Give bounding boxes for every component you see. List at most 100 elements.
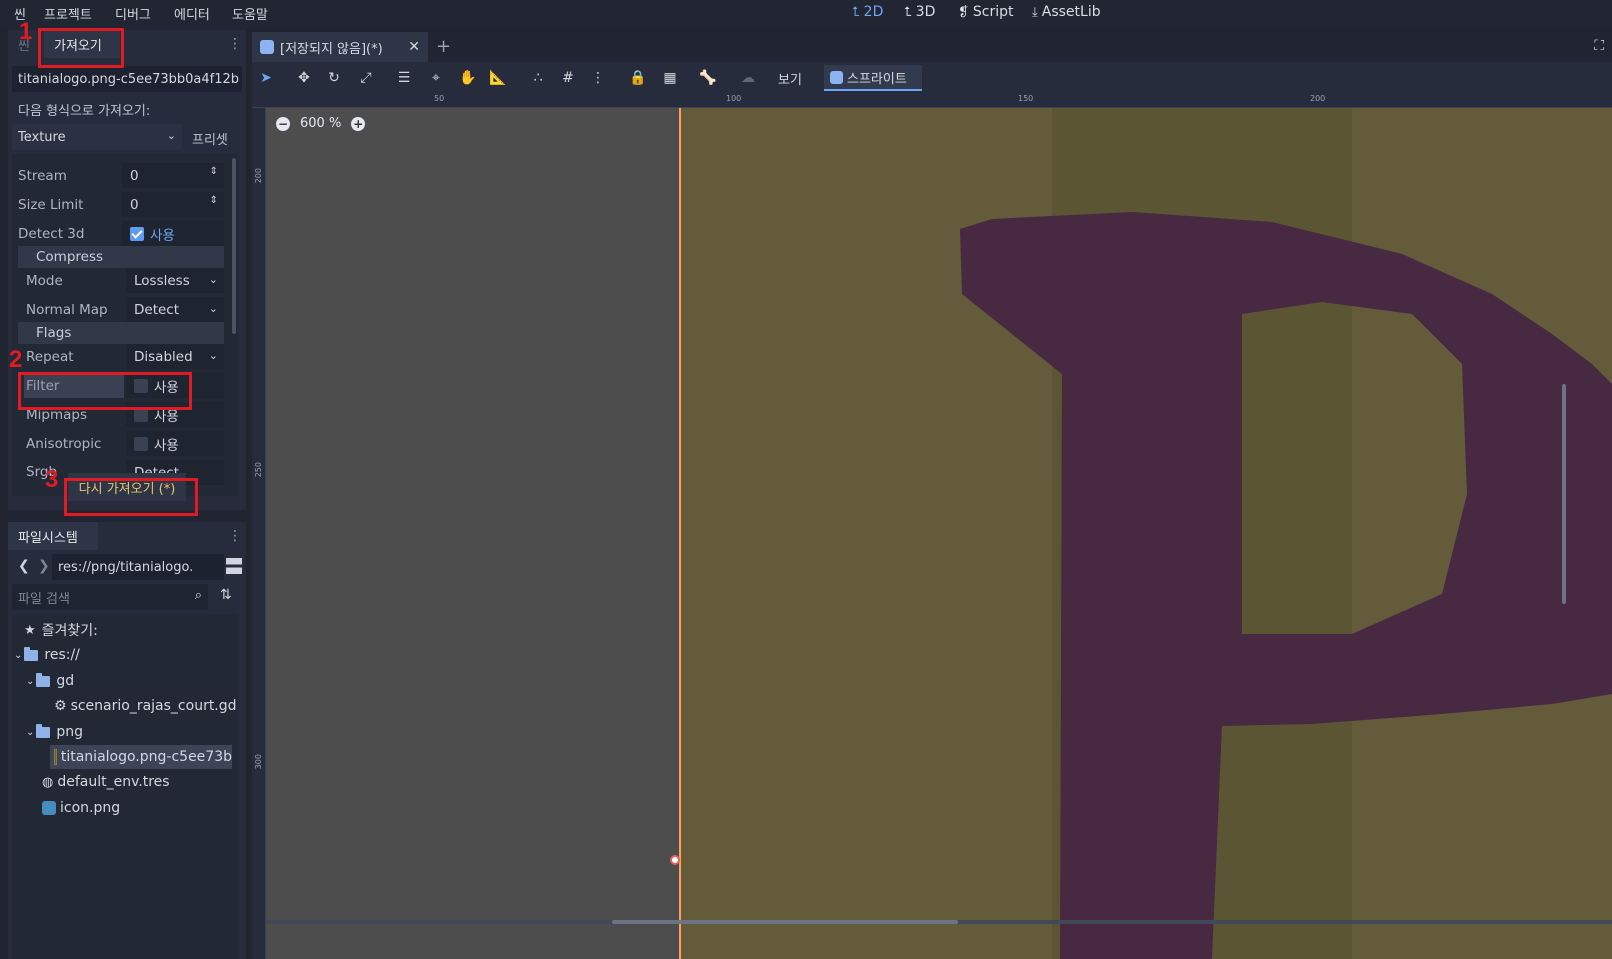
more-options-icon[interactable]: ⋮ bbox=[588, 68, 608, 88]
path-field[interactable]: res://png/titanialogo. bbox=[52, 554, 224, 580]
group-icon[interactable]: ▦ bbox=[660, 68, 680, 88]
assetlib-icon: ⤓ bbox=[1032, 4, 1038, 20]
pivot-tool-icon[interactable]: ⌖ bbox=[426, 68, 446, 88]
annotation-number-1: 1 bbox=[19, 18, 33, 45]
mode-assetlib-label: AssetLib bbox=[1041, 4, 1101, 20]
ruler-h-label: 100 bbox=[726, 94, 742, 103]
dock-menu-icon[interactable]: ⋮ bbox=[228, 36, 242, 52]
tree-gd-file[interactable]: ⚙ scenario_rajas_court.gd bbox=[54, 694, 237, 718]
sprite-canvas bbox=[266, 108, 1612, 959]
prop-detect3d-checkbox[interactable]: 사용 bbox=[122, 221, 224, 246]
zoom-in-icon[interactable]: + bbox=[351, 116, 366, 131]
tree-gd-folder[interactable]: ⌄ gd bbox=[26, 669, 74, 693]
checkbox-checked-icon bbox=[130, 226, 144, 241]
tree-png-folder[interactable]: ⌄ png bbox=[26, 720, 83, 744]
zoom-level[interactable]: 600 % bbox=[300, 116, 341, 131]
folder-icon bbox=[36, 672, 51, 687]
gear-icon: ⚙ bbox=[54, 698, 67, 714]
h-scrollbar-thumb bbox=[612, 920, 958, 924]
annotation-number-2: 2 bbox=[9, 346, 23, 373]
mode-2d-button[interactable]: ⮤ 2D bbox=[852, 4, 883, 20]
chevron-down-icon: ⌄ bbox=[26, 675, 35, 687]
scene-tab[interactable]: [저장되지 않음](*) ✕ bbox=[252, 32, 428, 62]
spin-arrows-icon[interactable]: ⇕ bbox=[210, 166, 218, 177]
bone-icon[interactable]: 🦴 bbox=[698, 68, 718, 88]
sprite-menu[interactable]: 스프라이트 bbox=[824, 65, 922, 91]
ruler-v-label: 250 bbox=[254, 462, 263, 478]
prop-stream-value: 0 bbox=[130, 167, 139, 184]
prop-anisotropic-label: Anisotropic bbox=[26, 436, 102, 452]
snap-icon[interactable]: ∴ bbox=[528, 68, 548, 88]
prop-repeat-value: Disabled bbox=[134, 348, 193, 365]
file-tree: ★ 즐겨찾기: ⌄ res:// ⌄ gd ⚙ scenario_rajas_c… bbox=[12, 614, 238, 959]
preset-button[interactable]: 프리셋 bbox=[192, 129, 228, 148]
tree-res-root[interactable]: ⌄ res:// bbox=[14, 643, 80, 667]
prop-anisotropic-checkbox[interactable]: 사용 bbox=[126, 431, 224, 456]
import-dock: 씬 가져오기 ⋮ titanialogo.png-c5ee73bb0a4f12b… bbox=[8, 30, 246, 510]
mode-3d-label: 3D bbox=[915, 4, 936, 20]
view-menu[interactable]: 보기 bbox=[778, 69, 802, 88]
mode-script-label: Script bbox=[972, 4, 1014, 20]
menu-help[interactable]: 도움말 bbox=[232, 4, 268, 23]
back-arrow-icon[interactable]: ❮ bbox=[18, 558, 30, 574]
tree-env-file-label: default_env.tres bbox=[57, 774, 170, 790]
import-type-select[interactable]: Texture ⌄ bbox=[12, 124, 182, 150]
grid-snap-icon[interactable]: # bbox=[558, 68, 578, 88]
canvas-viewport[interactable]: 50 100 150 200 200 250 300 − 600 % + bbox=[252, 94, 1612, 959]
section-compress[interactable]: Compress bbox=[18, 246, 224, 268]
tree-png-file-label: titanialogo.png-c5ee73b bbox=[60, 749, 232, 765]
move-tool-icon[interactable]: ✥ bbox=[294, 68, 314, 88]
select-tool-icon[interactable]: ➤ bbox=[256, 68, 276, 88]
file-search-input[interactable]: 파일 검색 ⌕ bbox=[12, 584, 208, 610]
properties-scrollbar[interactable] bbox=[232, 158, 236, 334]
fullscreen-icon[interactable]: ⛶ bbox=[1594, 38, 1604, 54]
camera-icon[interactable]: ☁ bbox=[738, 68, 758, 88]
prop-size-limit-value: 0 bbox=[130, 196, 139, 213]
prop-detect3d-value: 사용 bbox=[150, 227, 175, 244]
v-scrollbar-thumb bbox=[1562, 384, 1566, 604]
search-icon: ⌕ bbox=[194, 588, 202, 603]
prop-normal-map-value: Detect bbox=[134, 301, 180, 318]
prop-stream-spinbox[interactable]: 0 ⇕ bbox=[122, 163, 224, 188]
zoom-out-icon[interactable]: − bbox=[276, 116, 290, 131]
spin-arrows-icon[interactable]: ⇕ bbox=[210, 195, 218, 206]
mode-script-button[interactable]: ❡ Script bbox=[958, 4, 1014, 20]
chevron-down-icon: ⌄ bbox=[208, 349, 218, 362]
mode-3d-button[interactable]: ⮤ 3D bbox=[904, 4, 935, 20]
add-tab-icon[interactable]: + bbox=[436, 36, 451, 57]
rotate-tool-icon[interactable]: ↻ bbox=[324, 68, 344, 88]
list-select-icon[interactable]: ☰ bbox=[394, 68, 414, 88]
menu-project[interactable]: 프로젝트 bbox=[44, 4, 92, 23]
chevron-down-icon: ⌄ bbox=[208, 273, 218, 286]
section-flags[interactable]: Flags bbox=[18, 322, 224, 344]
split-view-icon[interactable] bbox=[226, 558, 242, 574]
lock-icon[interactable]: 🔒 bbox=[628, 68, 648, 88]
tree-env-file[interactable]: ◍ default_env.tres bbox=[42, 770, 170, 794]
folder-icon bbox=[36, 723, 51, 738]
sort-icon[interactable]: ⇅ bbox=[220, 587, 232, 603]
tree-icon-file[interactable]: icon.png bbox=[42, 796, 120, 820]
scale-tool-icon[interactable]: ⤢ bbox=[356, 68, 376, 88]
mode-assetlib-button[interactable]: ⤓ AssetLib bbox=[1032, 4, 1101, 20]
menu-bar: 씬 프로젝트 디버그 에디터 도움말 ⮤ 2D ⮤ 3D ❡ Script ⤓ … bbox=[0, 0, 1612, 26]
prop-normal-map-select[interactable]: Detect ⌄ bbox=[126, 297, 224, 322]
prop-size-limit-spinbox[interactable]: 0 ⇕ bbox=[122, 192, 224, 217]
tab-filesystem[interactable]: 파일시스템 bbox=[8, 522, 98, 550]
2d-icon: ⮤ bbox=[852, 4, 860, 20]
ruler-tool-icon[interactable]: 📐 bbox=[488, 68, 508, 88]
tree-png-file-selected[interactable]: titanialogo.png-c5ee73b bbox=[50, 745, 232, 769]
tree-icon-file-label: icon.png bbox=[60, 800, 121, 816]
sprite-icon bbox=[830, 70, 843, 84]
godot-icon bbox=[42, 801, 56, 815]
prop-repeat-select[interactable]: Disabled ⌄ bbox=[126, 344, 224, 369]
pan-tool-icon[interactable]: ✋ bbox=[458, 68, 478, 88]
filesystem-dock: 파일시스템 ⋮ ❮ ❯ res://png/titanialogo. 파일 검색… bbox=[8, 522, 246, 959]
forward-arrow-icon[interactable]: ❯ bbox=[38, 558, 50, 574]
search-placeholder: 파일 검색 bbox=[18, 591, 70, 607]
dock-menu-icon[interactable]: ⋮ bbox=[228, 528, 242, 544]
prop-mode-select[interactable]: Lossless ⌄ bbox=[126, 268, 224, 293]
menu-editor[interactable]: 에디터 bbox=[174, 4, 210, 23]
tree-favorites[interactable]: ★ 즐겨찾기: bbox=[24, 618, 98, 642]
menu-debug[interactable]: 디버그 bbox=[115, 4, 151, 23]
close-icon[interactable]: ✕ bbox=[408, 39, 420, 55]
